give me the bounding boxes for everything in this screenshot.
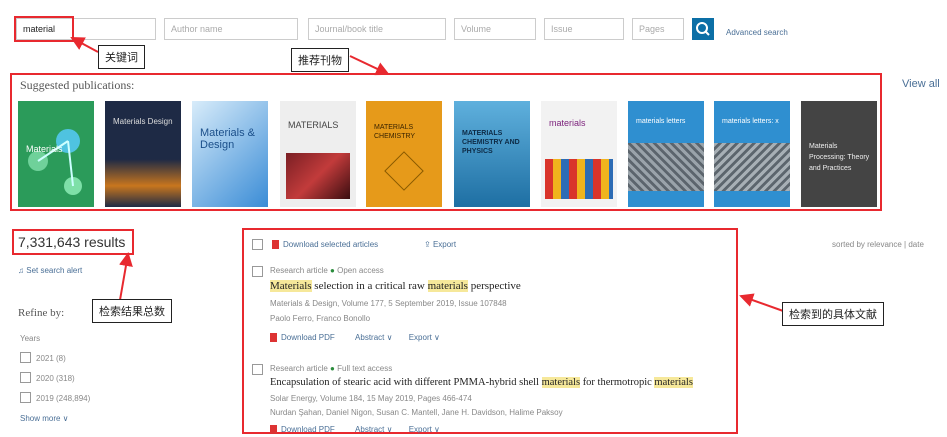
year-option: 2019 (248,894) <box>36 394 91 403</box>
cover-materials[interactable]: Materials <box>18 101 94 207</box>
pdf-label: Download PDF <box>281 425 335 434</box>
cover-title: Materials Design <box>113 117 173 126</box>
cover-materials-red[interactable]: MATERIALS <box>280 101 356 207</box>
article-meta: Research article ● Open access <box>270 266 384 275</box>
export-icon: ⇪ <box>424 240 433 249</box>
year-option: 2021 (8) <box>36 354 66 363</box>
articles-highlight-box <box>242 228 738 434</box>
article-actions: Download PDF Abstract ∨ Export ∨ <box>270 333 440 343</box>
article-source[interactable]: Materials & Design, Volume 177, 5 Septem… <box>270 299 507 308</box>
cover-image <box>286 153 350 199</box>
pdf-icon <box>270 425 277 435</box>
show-more-link[interactable]: Show more ∨ <box>20 414 69 423</box>
cover-materials-design-dark[interactable]: Materials Design <box>105 101 181 207</box>
cover-title: Materials & Design <box>200 127 256 151</box>
pdf-label: Download PDF <box>281 333 335 342</box>
title-text: selection in a critical raw <box>311 280 428 292</box>
title-highlight: materials <box>427 280 468 292</box>
annotation-keyword: 关键词 <box>98 45 145 69</box>
annotation-articles: 检索到的具体文献 <box>782 302 884 326</box>
download-pdf-link[interactable]: Download PDF <box>270 425 335 435</box>
title-highlight: materials <box>654 377 693 388</box>
year-checkbox[interactable] <box>20 372 31 383</box>
article-export-link[interactable]: Export ∨ <box>409 333 440 342</box>
set-search-alert-link[interactable]: ♫ Set search alert <box>18 266 82 275</box>
title-text: perspective <box>467 280 521 292</box>
cover-image <box>628 143 704 191</box>
title-text: Encapsulation of stearic acid with diffe… <box>270 377 542 388</box>
pdf-icon <box>272 240 279 250</box>
article-type: Research article <box>270 364 328 373</box>
article-source[interactable]: Solar Energy, Volume 184, 15 May 2019, P… <box>270 394 472 403</box>
select-all-checkbox[interactable] <box>252 239 263 250</box>
cover-materials-letters-x[interactable]: materials letters: x <box>714 101 790 207</box>
download-pdf-link[interactable]: Download PDF <box>270 333 335 343</box>
annotation-total: 检索结果总数 <box>92 299 172 323</box>
article-title[interactable]: Encapsulation of stearic acid with diffe… <box>270 377 693 388</box>
years-label: Years <box>20 334 41 343</box>
cover-title: MATERIALS CHEMISTRY AND PHYSICS <box>462 130 520 155</box>
results-count: 7,331,643 results <box>18 234 126 250</box>
year-checkbox[interactable] <box>20 352 31 363</box>
cover-title: materials <box>549 118 586 128</box>
pdf-icon <box>270 333 277 343</box>
abstract-toggle[interactable]: Abstract ∨ <box>355 425 392 434</box>
article-meta: Research article ● Full text access <box>270 364 392 373</box>
article-authors: Nurdan Şahan, Daniel Nigon, Susan C. Man… <box>270 408 563 417</box>
article-access: Full text access <box>337 364 393 373</box>
annotation-suggested: 推荐刊物 <box>291 48 349 72</box>
cover-title: Materials <box>26 144 63 154</box>
bell-icon: ♫ <box>18 266 27 275</box>
article-access: Open access <box>337 266 384 275</box>
molecule-graphic <box>28 129 82 195</box>
article-authors: Paolo Ferro, Franco Bonollo <box>270 314 371 323</box>
title-highlight: materials <box>541 377 581 388</box>
cover-grid <box>545 159 613 199</box>
cover-materials-chemistry-physics[interactable]: MATERIALS CHEMISTRY AND PHYSICS <box>454 101 530 207</box>
article-export-link[interactable]: Export ∨ <box>409 425 440 434</box>
year-option: 2020 (318) <box>36 374 75 383</box>
view-all-link[interactable]: View all <box>902 78 940 90</box>
cover-title: materials letters <box>636 118 686 125</box>
article-type: Research article <box>270 266 328 275</box>
export-button[interactable]: ⇪ Export <box>424 240 456 249</box>
title-highlight: Materials <box>270 280 312 292</box>
refine-title: Refine by: <box>18 307 65 319</box>
cover-title: Materials Processing: Theory and Practic… <box>809 143 870 172</box>
suggested-title: Suggested publications: <box>20 78 135 92</box>
cover-materials-chemistry[interactable]: MATERIALS CHEMISTRY <box>366 101 442 207</box>
article-checkbox[interactable] <box>252 364 263 375</box>
cover-title: MATERIALS CHEMISTRY <box>374 124 416 140</box>
cover-materials-today[interactable]: materials <box>541 101 617 207</box>
cover-image <box>714 143 790 191</box>
cover-title: materials letters: x <box>722 118 779 125</box>
article-actions: Download PDF Abstract ∨ Export ∨ <box>270 425 440 435</box>
download-selected-button[interactable]: Download selected articles <box>272 240 379 250</box>
set-alert-label: Set search alert <box>26 266 83 275</box>
cover-materials-and-design[interactable]: Materials & Design <box>192 101 268 207</box>
article-checkbox[interactable] <box>252 266 263 277</box>
sort-options[interactable]: sorted by relevance | date <box>832 240 924 249</box>
download-selected-label: Download selected articles <box>283 240 379 249</box>
cover-materials-letters[interactable]: materials letters <box>628 101 704 207</box>
year-checkbox[interactable] <box>20 392 31 403</box>
title-text: for thermotropic <box>580 377 655 388</box>
abstract-toggle[interactable]: Abstract ∨ <box>355 333 392 342</box>
article-title[interactable]: Materials selection in a critical raw ma… <box>270 280 521 292</box>
cover-title: MATERIALS <box>288 120 339 130</box>
export-label: Export <box>432 240 457 249</box>
cover-materials-processing[interactable]: Materials Processing: Theory and Practic… <box>801 101 877 207</box>
cover-diamond <box>384 151 424 191</box>
